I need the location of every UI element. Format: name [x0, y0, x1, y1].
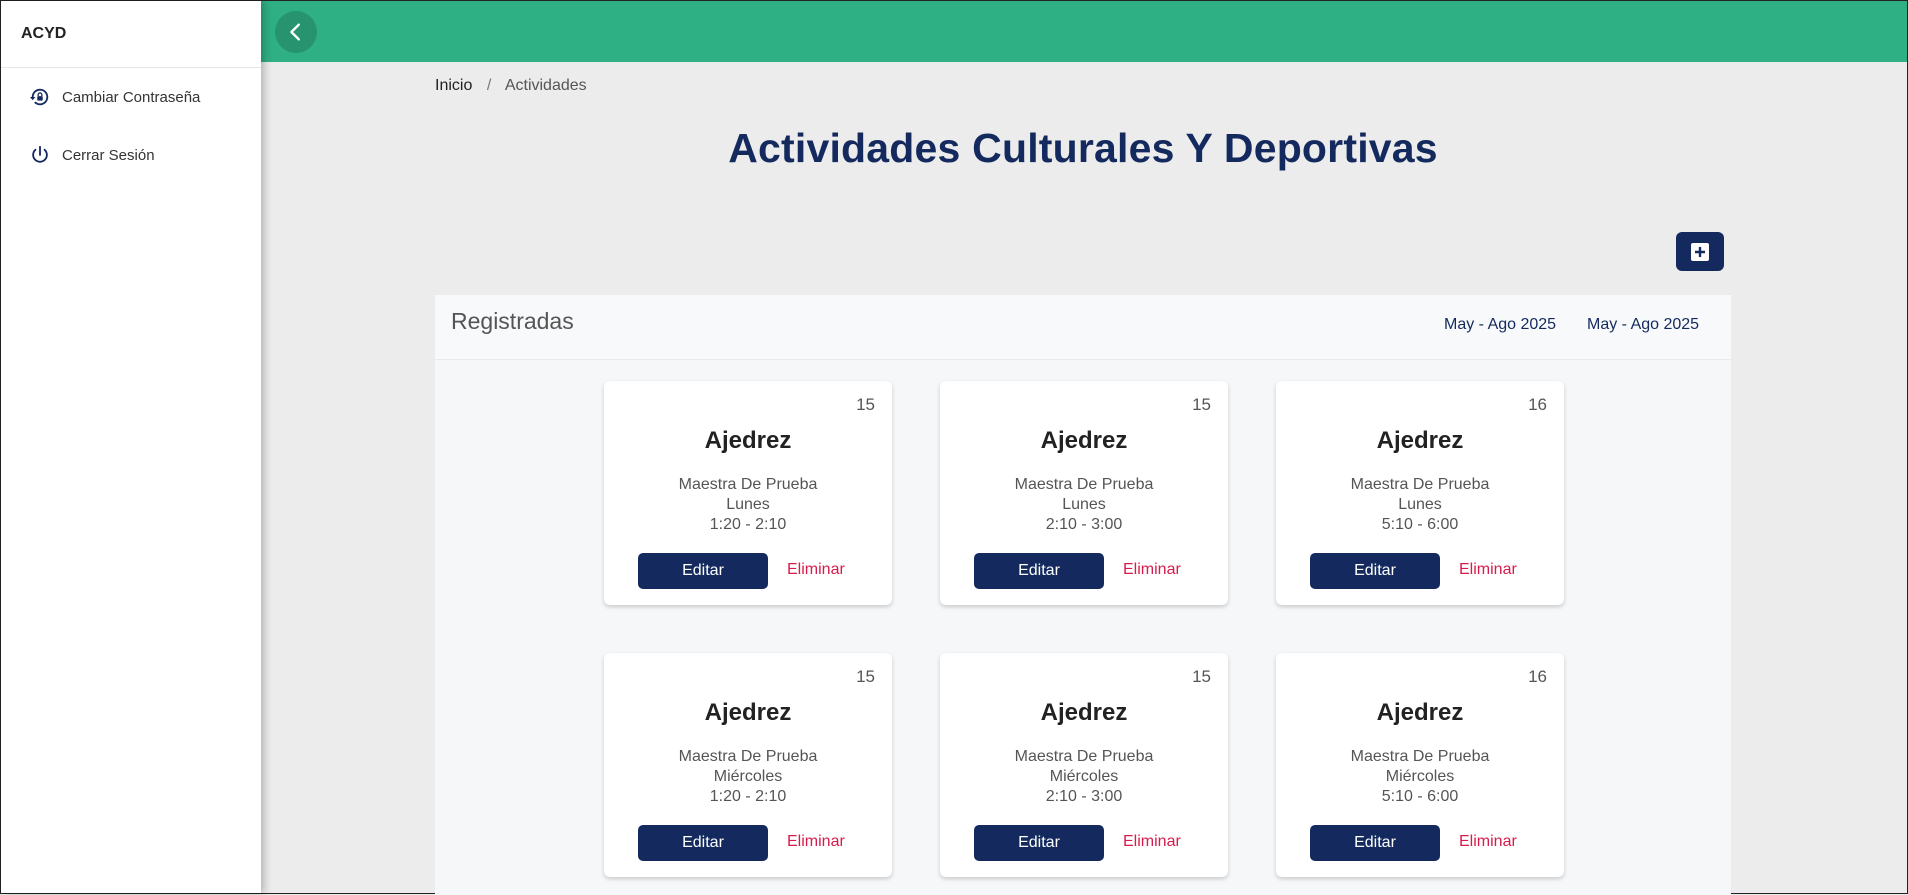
activity-name: Ajedrez	[704, 427, 792, 454]
activity-card: 15 Ajedrez Maestra De Prueba Lunes 1:20 …	[604, 381, 892, 605]
chevron-left-icon	[290, 23, 300, 41]
edit-button[interactable]: Editar	[974, 553, 1104, 589]
top-bar	[261, 1, 1907, 62]
activity-info: Maestra De Prueba Miércoles 2:10 - 3:00	[940, 747, 1228, 807]
activity-name: Ajedrez	[1376, 699, 1464, 726]
activity-info: Maestra De Prueba Lunes 2:10 - 3:00	[940, 475, 1228, 535]
enrolled-count: 15	[1192, 667, 1211, 686]
activity-name: Ajedrez	[704, 699, 792, 726]
page-title: Actividades Culturales Y Deportivas	[728, 125, 1438, 171]
edit-button[interactable]: Editar	[638, 825, 768, 861]
enrolled-count: 16	[1528, 667, 1547, 686]
delete-button[interactable]: Eliminar	[1123, 561, 1181, 579]
sidebar: ACYD Cambiar Contraseña Cerrar Sesión	[1, 1, 261, 893]
activity-name: Ajedrez	[1040, 699, 1128, 726]
activity-time: 2:10 - 3:00	[1045, 788, 1123, 805]
teacher-name: Maestra De Prueba	[1350, 748, 1490, 765]
teacher-name: Maestra De Prueba	[1014, 476, 1154, 493]
activity-name: Ajedrez	[1376, 427, 1464, 454]
edit-button[interactable]: Editar	[638, 553, 768, 589]
activity-info: Maestra De Prueba Lunes 1:20 - 2:10	[604, 475, 892, 535]
activity-day: Lunes	[1398, 496, 1442, 513]
delete-button[interactable]: Eliminar	[1459, 833, 1517, 851]
panel-header: Registradas May - Ago 2025 May - Ago 202…	[435, 295, 1731, 360]
term-filter-1[interactable]: May - Ago 2025	[1444, 316, 1556, 334]
activity-card: 16 Ajedrez Maestra De Prueba Miércoles 5…	[1276, 653, 1564, 877]
delete-button[interactable]: Eliminar	[1123, 833, 1181, 851]
activity-day: Miércoles	[1385, 768, 1455, 785]
enrolled-count: 15	[856, 667, 875, 686]
activity-info: Maestra De Prueba Lunes 5:10 - 6:00	[1276, 475, 1564, 535]
enrolled-count: 15	[856, 395, 875, 414]
breadcrumb-current: Actividades	[504, 77, 587, 94]
back-button[interactable]	[275, 11, 317, 53]
activity-info: Maestra De Prueba Miércoles 5:10 - 6:00	[1276, 747, 1564, 807]
edit-button[interactable]: Editar	[1310, 553, 1440, 589]
power-icon	[32, 145, 48, 163]
edit-button[interactable]: Editar	[1310, 825, 1440, 861]
teacher-name: Maestra De Prueba	[1350, 476, 1490, 493]
add-activity-button[interactable]	[1676, 232, 1724, 271]
activity-day: Lunes	[1062, 496, 1106, 513]
term-filter-2[interactable]: May - Ago 2025	[1587, 316, 1699, 334]
activity-info: Maestra De Prueba Miércoles 1:20 - 2:10	[604, 747, 892, 807]
activity-name: Ajedrez	[1040, 427, 1128, 454]
teacher-name: Maestra De Prueba	[678, 476, 818, 493]
brand-title: ACYD	[1, 1, 261, 68]
activity-day: Lunes	[726, 496, 770, 513]
activity-card: 15 Ajedrez Maestra De Prueba Miércoles 1…	[604, 653, 892, 877]
breadcrumb: Inicio / Actividades	[435, 77, 587, 95]
activity-time: 5:10 - 6:00	[1381, 516, 1459, 533]
activity-time: 1:20 - 2:10	[709, 788, 787, 805]
delete-button[interactable]: Eliminar	[1459, 561, 1517, 579]
activity-time: 5:10 - 6:00	[1381, 788, 1459, 805]
plus-box-icon	[1691, 242, 1709, 261]
breadcrumb-separator: /	[486, 77, 492, 94]
lock-reset-icon	[29, 88, 49, 106]
activity-day: Miércoles	[713, 768, 783, 785]
sidebar-item-change-password[interactable]: Cambiar Contraseña	[1, 68, 261, 126]
enrolled-count: 16	[1528, 395, 1547, 414]
delete-button[interactable]: Eliminar	[787, 833, 845, 851]
activity-card: 15 Ajedrez Maestra De Prueba Lunes 2:10 …	[940, 381, 1228, 605]
enrolled-count: 15	[1192, 395, 1211, 414]
activity-day: Miércoles	[1049, 768, 1119, 785]
activity-card: 15 Ajedrez Maestra De Prueba Miércoles 2…	[940, 653, 1228, 877]
teacher-name: Maestra De Prueba	[1014, 748, 1154, 765]
sidebar-item-label: Cambiar Contraseña	[62, 88, 201, 106]
panel-title: Registradas	[451, 308, 574, 334]
sidebar-item-label: Cerrar Sesión	[62, 146, 155, 164]
edit-button[interactable]: Editar	[974, 825, 1104, 861]
sidebar-item-logout[interactable]: Cerrar Sesión	[1, 126, 261, 184]
teacher-name: Maestra De Prueba	[678, 748, 818, 765]
activity-time: 2:10 - 3:00	[1045, 516, 1123, 533]
delete-button[interactable]: Eliminar	[787, 561, 845, 579]
activity-card: 16 Ajedrez Maestra De Prueba Lunes 5:10 …	[1276, 381, 1564, 605]
breadcrumb-home-link[interactable]: Inicio	[435, 77, 472, 94]
activity-time: 1:20 - 2:10	[709, 516, 787, 533]
activities-panel: Registradas May - Ago 2025 May - Ago 202…	[435, 295, 1731, 895]
